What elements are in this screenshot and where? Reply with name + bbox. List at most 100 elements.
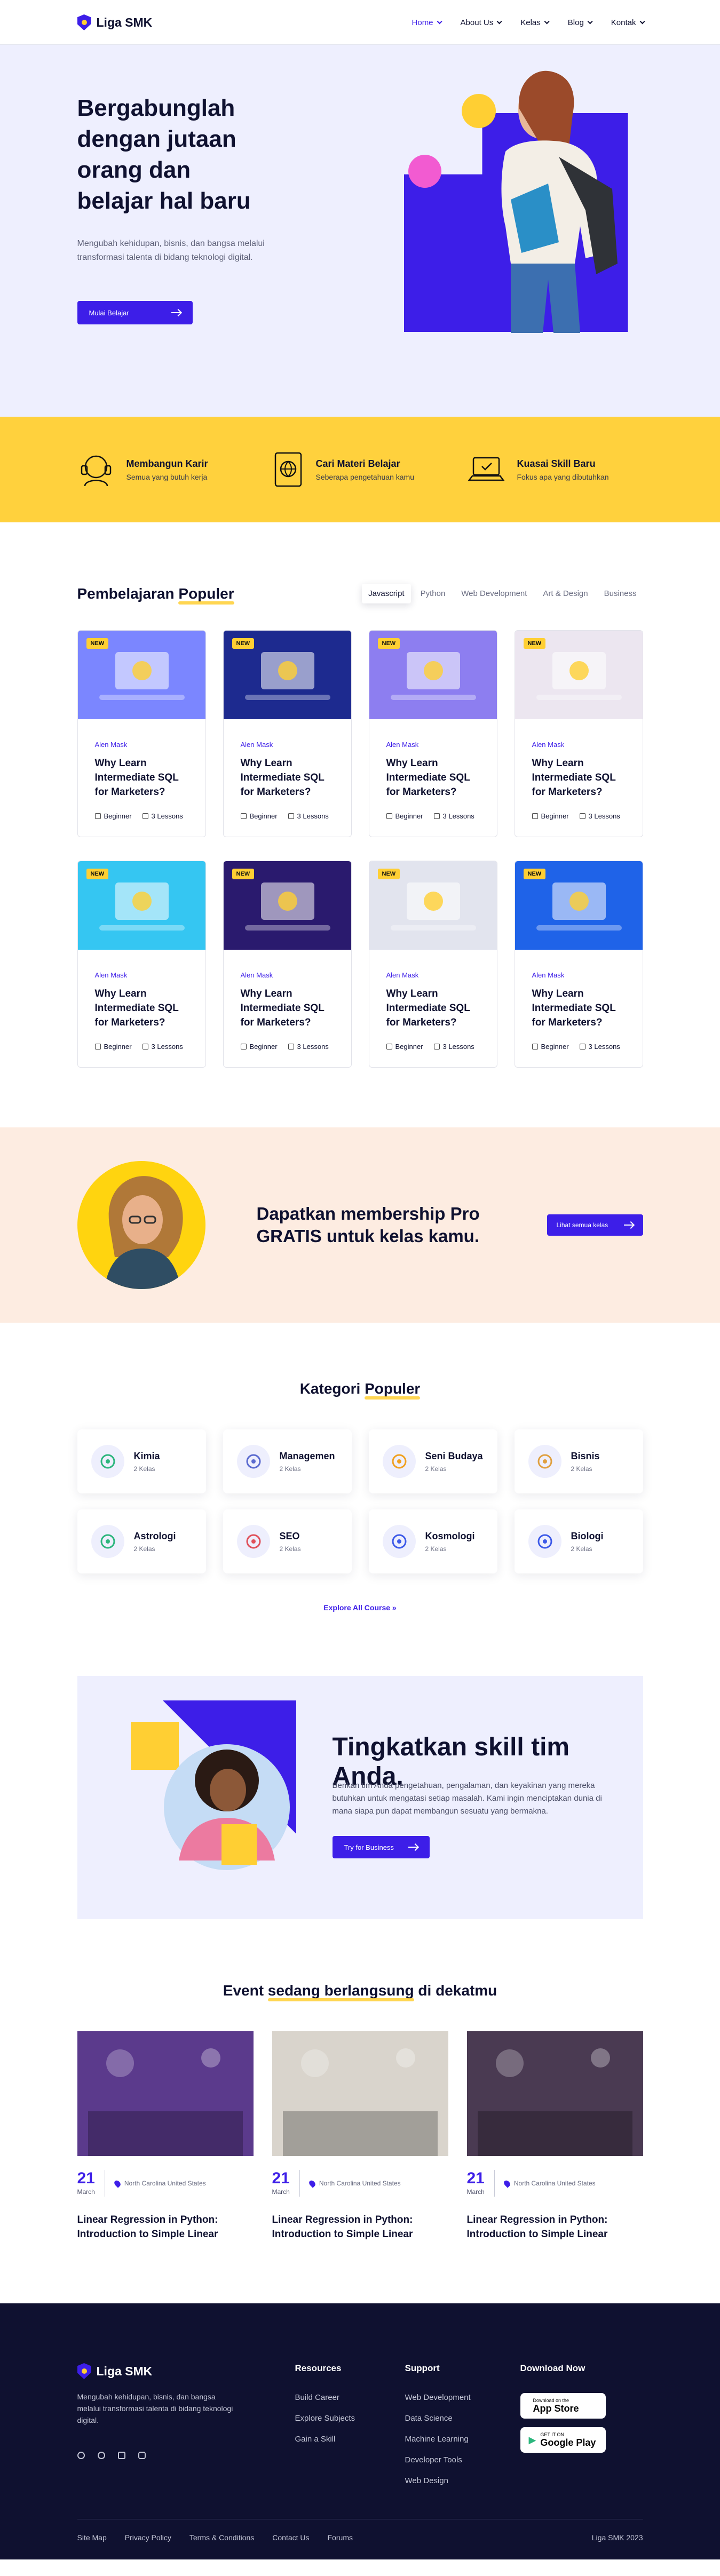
filter-tab-python[interactable]: Python <box>414 584 452 603</box>
event-card[interactable]: 21 March North Carolina United States Lin… <box>466 2031 643 2241</box>
feature-desc: Fokus apa yang dibutuhkan <box>517 472 609 481</box>
location-pin-icon <box>307 2179 317 2188</box>
view-all-classes-button[interactable]: Lihat semua kelas <box>547 1214 643 1236</box>
youtube-icon[interactable] <box>138 2452 146 2459</box>
nav-about[interactable]: About Us <box>460 18 502 27</box>
course-title: Why Learn Intermediate SQL for Marketers… <box>94 758 179 798</box>
course-card[interactable]: NEW Alen Mask Why Learn Intermediate SQL… <box>368 630 497 837</box>
footer-support: Support Web Development Data Science Mac… <box>405 2363 471 2497</box>
category-card[interactable]: Kimia 2 Kelas <box>77 1429 206 1493</box>
nav-about-label: About Us <box>460 18 494 27</box>
explore-all-course-link[interactable]: Explore All Course » <box>323 1603 396 1612</box>
course-card[interactable]: NEW Alen Mask Why Learn Intermediate SQL… <box>514 630 643 837</box>
category-name: Kosmologi <box>425 1530 475 1541</box>
microscope-icon <box>528 1525 561 1558</box>
linkedin-icon[interactable] <box>117 2452 125 2459</box>
level-icon <box>240 813 247 819</box>
category-grid: Kimia 2 Kelas Managemen 2 Kelas Seni Buday… <box>77 1429 643 1573</box>
view-all-label: Lihat semua kelas <box>556 1221 608 1229</box>
event-title: Linear Regression in Python: Introductio… <box>77 2214 218 2240</box>
level-label: Beginner <box>104 1043 132 1051</box>
nav-home[interactable]: Home <box>412 18 442 27</box>
nav-kelas[interactable]: Kelas <box>520 18 550 27</box>
footer-link[interactable]: Developer Tools <box>405 2455 471 2464</box>
new-badge: NEW <box>523 638 546 649</box>
category-name: Managemen <box>279 1450 335 1461</box>
event-card[interactable]: 21 March North Carolina United States Lin… <box>77 2031 254 2241</box>
google-play-button[interactable]: ▶ GET IT ON Google Play <box>520 2427 606 2453</box>
event-month: March <box>466 2188 485 2196</box>
category-card[interactable]: Kosmologi 2 Kelas <box>368 1509 497 1573</box>
category-count: 2 Kelas <box>571 1465 592 1473</box>
footer-col-title: Resources <box>295 2363 342 2373</box>
site-header: Liga SMK Home About Us Kelas Blog Kontak <box>0 0 720 45</box>
footer-bottom-link[interactable]: Privacy Policy <box>125 2533 171 2542</box>
book-icon <box>433 1044 440 1050</box>
level-icon <box>532 813 538 819</box>
level-label: Beginner <box>104 812 132 820</box>
title-part: Kategori <box>299 1380 361 1397</box>
book-icon <box>579 813 586 819</box>
category-card[interactable]: Bisnis 2 Kelas <box>514 1429 643 1493</box>
course-card[interactable]: NEW Alen Mask Why Learn Intermediate SQL… <box>514 861 643 1068</box>
footer-link[interactable]: Explore Subjects <box>295 2414 355 2423</box>
arrow-right-icon <box>171 312 181 313</box>
course-card[interactable]: NEW Alen Mask Why Learn Intermediate SQL… <box>368 861 497 1068</box>
footer-link[interactable]: Build Career <box>295 2393 355 2402</box>
footer-link[interactable]: Machine Learning <box>405 2435 471 2444</box>
course-card[interactable]: NEW Alen Mask Why Learn Intermediate SQL… <box>77 630 206 837</box>
event-photo <box>77 2031 254 2156</box>
category-card[interactable]: Astrologi 2 Kelas <box>77 1509 206 1573</box>
level-label: Beginner <box>395 812 423 820</box>
course-card[interactable]: NEW Alen Mask Why Learn Intermediate SQL… <box>77 861 206 1068</box>
title-highlight: Populer <box>178 585 234 605</box>
footer-bottom: Site Map Privacy Policy Terms & Conditio… <box>77 2519 643 2542</box>
course-card[interactable]: NEW Alen Mask Why Learn Intermediate SQL… <box>223 630 352 837</box>
course-level: Beginner <box>94 1043 132 1051</box>
category-count: 2 Kelas <box>133 1465 155 1473</box>
footer-bottom-link[interactable]: Forums <box>328 2533 353 2542</box>
category-card[interactable]: SEO 2 Kelas <box>223 1509 352 1573</box>
filter-tab-art-design[interactable]: Art & Design <box>536 584 594 603</box>
facebook-icon[interactable] <box>77 2452 85 2459</box>
events-section: Event sedang berlangsung di dekatmu 21 Ma… <box>0 1919 720 2241</box>
category-card[interactable]: Seni Budaya 2 Kelas <box>368 1429 497 1493</box>
course-lessons: 3 Lessons <box>433 812 474 820</box>
event-month: March <box>77 2188 95 2196</box>
footer-link[interactable]: Data Science <box>405 2414 471 2423</box>
category-card[interactable]: Managemen 2 Kelas <box>223 1429 352 1493</box>
app-store-button[interactable]: Download on the App Store <box>520 2393 606 2419</box>
store-label: App Store <box>533 2403 579 2414</box>
filter-tab-javascript[interactable]: Javascript <box>362 584 411 603</box>
footer-bottom-link[interactable]: Terms & Conditions <box>189 2533 254 2542</box>
footer-bottom-link[interactable]: Contact Us <box>272 2533 309 2542</box>
lessons-label: 3 Lessons <box>442 812 474 820</box>
footer-col-title: Support <box>405 2363 440 2373</box>
new-badge: NEW <box>86 869 109 879</box>
start-learning-button[interactable]: Mulai Belajar <box>77 301 193 324</box>
feature-desc: Seberapa pengetahuan kamu <box>315 472 414 481</box>
brand-logo[interactable]: Liga SMK <box>77 14 152 30</box>
category-card[interactable]: Biologi 2 Kelas <box>514 1509 643 1573</box>
footer-link[interactable]: Web Development <box>405 2393 471 2402</box>
filter-tab-business[interactable]: Business <box>598 584 643 603</box>
footer-bottom-link[interactable]: Site Map <box>77 2533 107 2542</box>
try-for-business-button[interactable]: Try for Business <box>332 1836 430 1858</box>
footer-link[interactable]: Web Design <box>405 2476 471 2485</box>
twitter-icon[interactable] <box>97 2452 105 2459</box>
nav-blog[interactable]: Blog <box>568 18 593 27</box>
footer-link[interactable]: Gain a Skill <box>295 2435 355 2444</box>
feature-desc: Semua yang butuh kerja <box>126 472 208 481</box>
copyright: Liga SMK 2023 <box>591 2533 643 2542</box>
lessons-label: 3 Lessons <box>588 1043 620 1051</box>
footer-desc: Mengubah kehidupan, bisnis, dan bangsa m… <box>77 2392 233 2424</box>
footer-logo[interactable]: Liga SMK <box>77 2363 152 2379</box>
nav-kontak[interactable]: Kontak <box>611 18 645 27</box>
filter-tab-web-development[interactable]: Web Development <box>455 584 533 603</box>
store-label: Google Play <box>540 2437 596 2448</box>
level-icon <box>386 1044 392 1050</box>
event-date: 21 March <box>272 2170 300 2197</box>
event-card[interactable]: 21 March North Carolina United States Lin… <box>272 2031 448 2241</box>
course-card[interactable]: NEW Alen Mask Why Learn Intermediate SQL… <box>223 861 352 1068</box>
event-month: March <box>272 2188 290 2196</box>
